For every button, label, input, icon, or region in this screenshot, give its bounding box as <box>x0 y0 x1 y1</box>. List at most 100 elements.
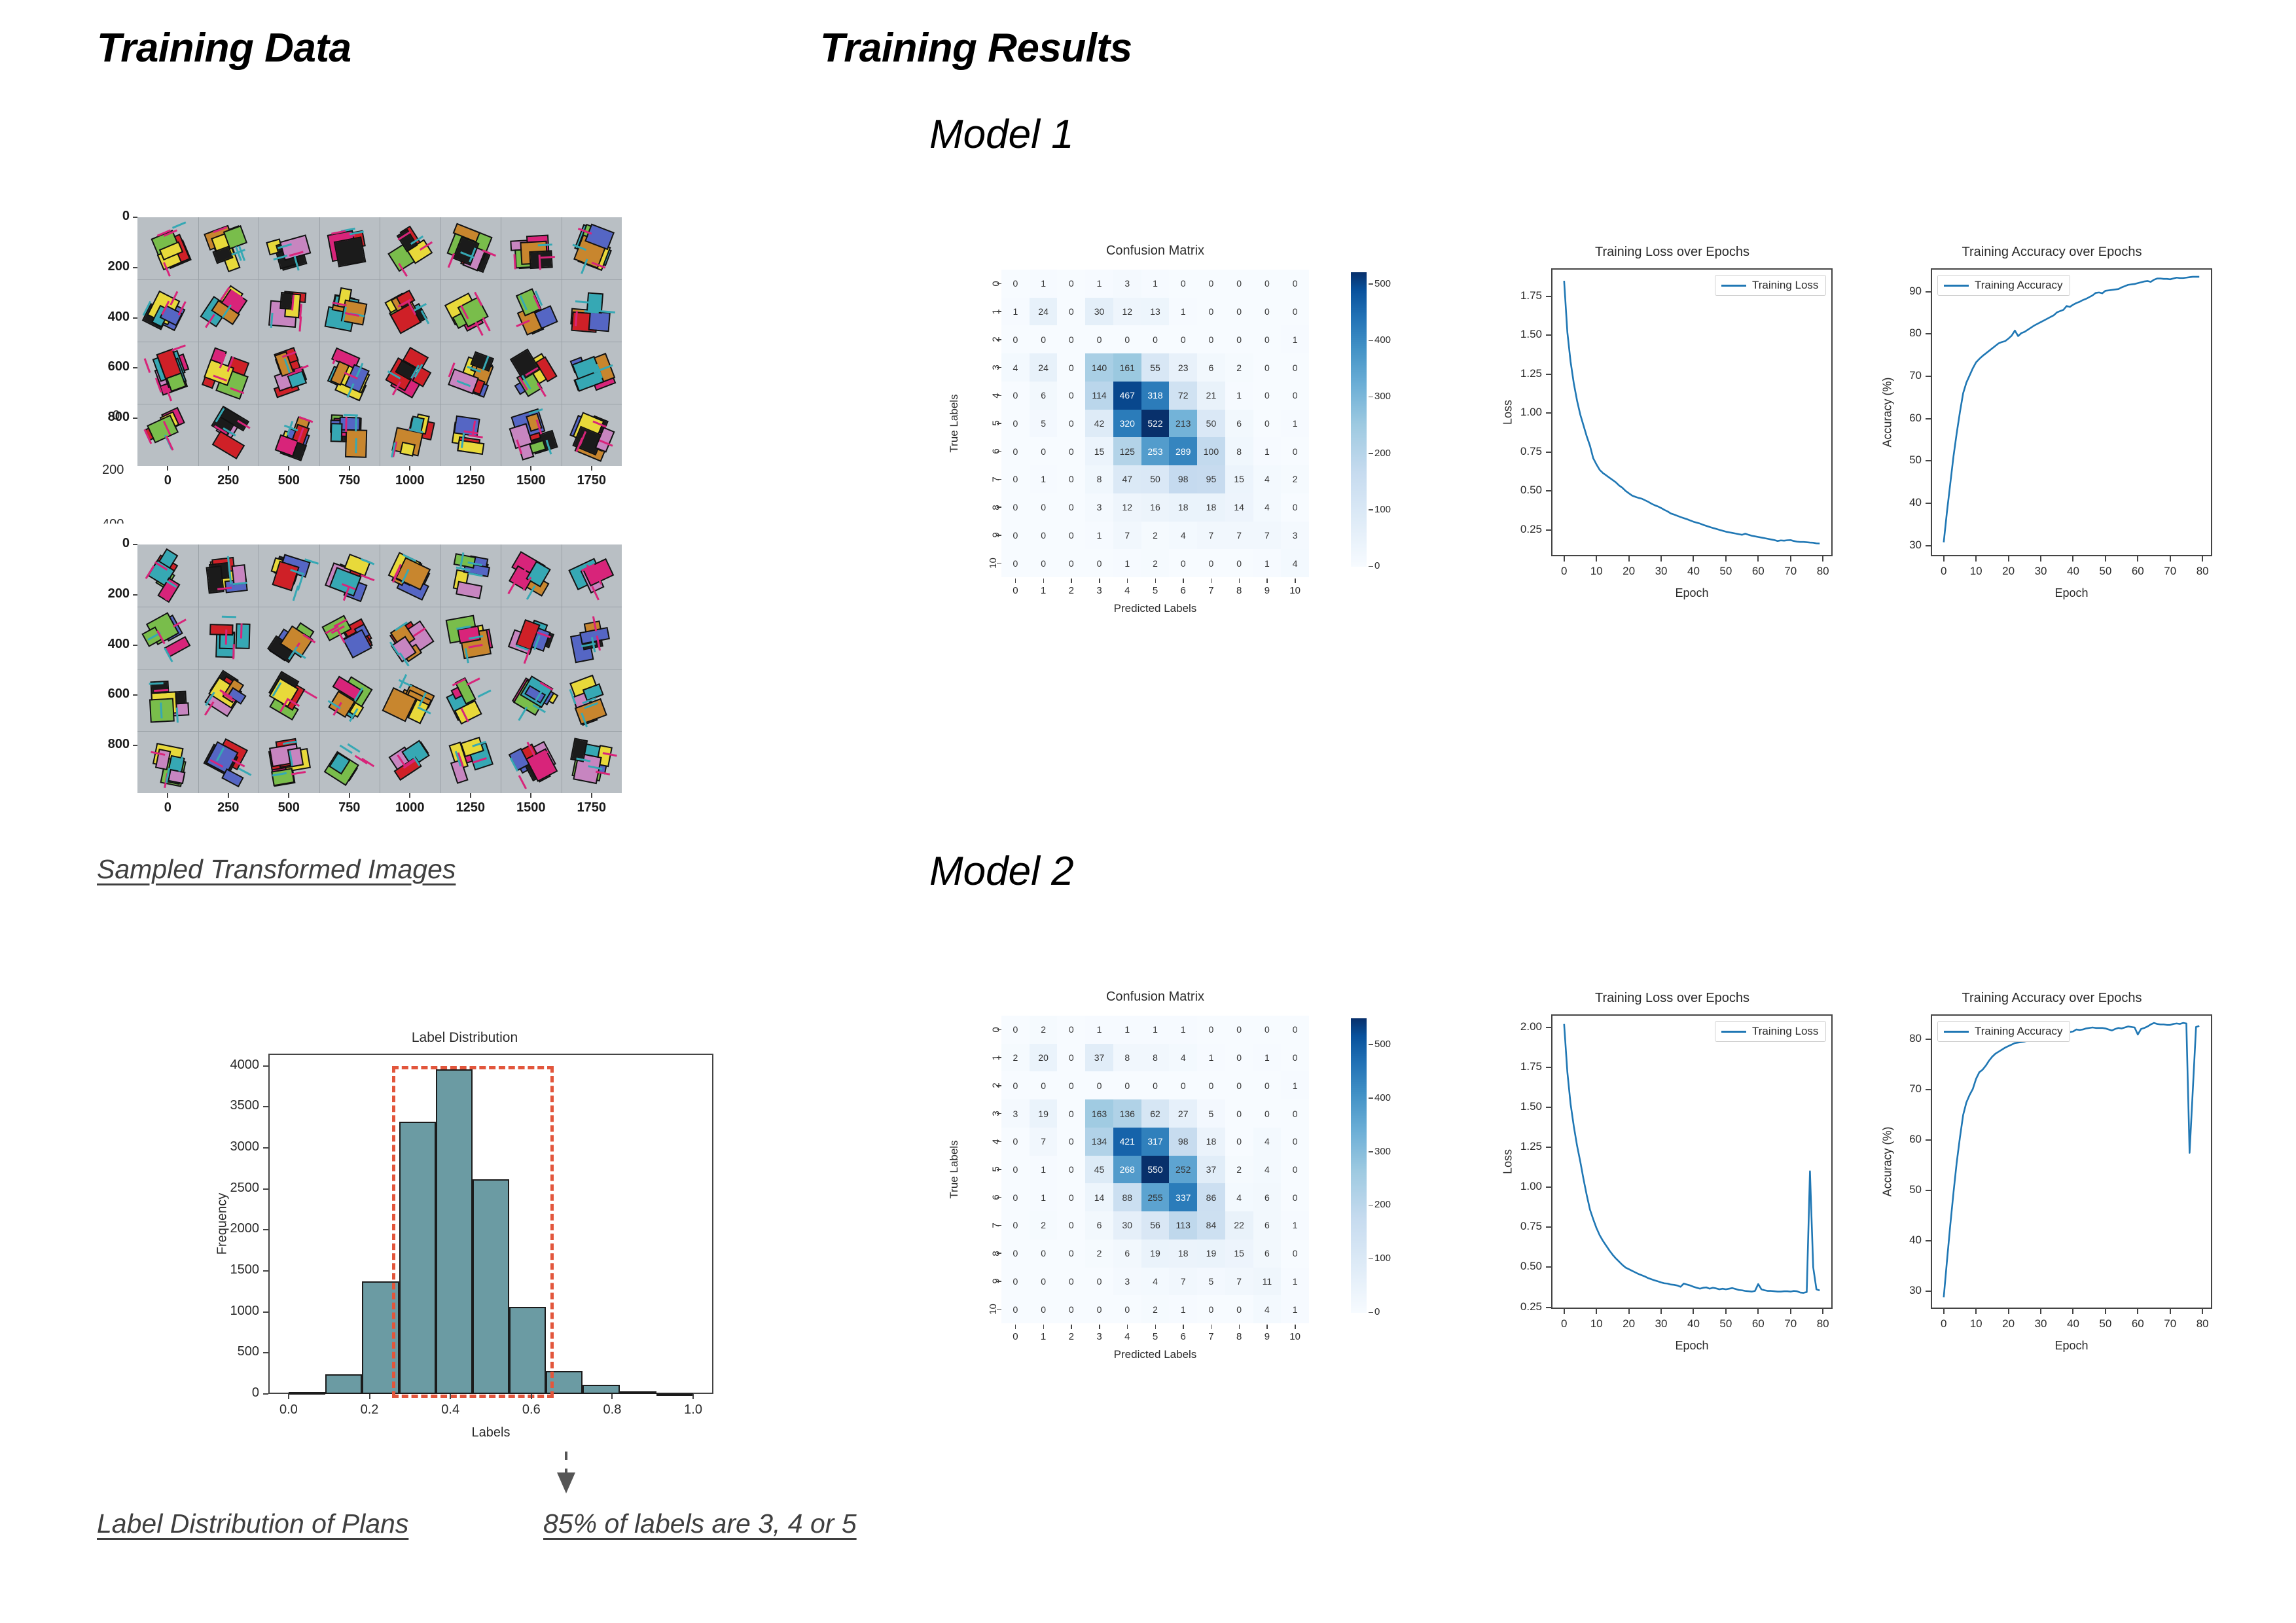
confusion-matrix-cell: 0 <box>1001 1211 1030 1240</box>
legend-line-swatch <box>1944 1030 1969 1033</box>
confusion-matrix-cell: 98 <box>1169 465 1198 493</box>
y-axis-label: True Labels <box>948 1140 960 1199</box>
ytick-label: 90 <box>1909 284 1922 297</box>
ytick-label: 30 <box>1909 1284 1922 1297</box>
chart-legend[interactable]: Training Loss <box>1715 1021 1827 1042</box>
xtick-mark <box>1943 1309 1945 1314</box>
ytick-label: 70 <box>1909 1082 1922 1096</box>
colorbar-tick-label: 400 <box>1369 334 1391 346</box>
ytick-label: 1500 <box>230 1262 260 1277</box>
chart-legend[interactable]: Training Accuracy <box>1937 1021 2071 1042</box>
confusion-matrix-cell: 255 <box>1141 1183 1170 1212</box>
confusion-matrix-cell: 213 <box>1169 409 1198 438</box>
confusion-matrix-cell: 6 <box>1197 353 1225 382</box>
figure-model1-training-accuracy: Training Accuracy over Epochs 0 10 20 30 40 50… <box>1865 242 2238 615</box>
plan-thumbnail <box>440 731 501 793</box>
ytick-mark <box>1926 1089 1931 1091</box>
plan-thumbnail <box>501 404 562 466</box>
xtick-label: 0 <box>1013 585 1018 596</box>
confusion-matrix-cell: 6 <box>1253 1183 1282 1212</box>
confusion-matrix-cell: 0 <box>1057 1043 1086 1072</box>
chart-legend[interactable]: Training Loss <box>1715 275 1827 296</box>
confusion-matrix-cell: 0 <box>1197 270 1225 298</box>
xtick-mark <box>1014 1325 1016 1329</box>
plan-thumbnail <box>137 217 198 279</box>
plan-thumbnail <box>501 731 562 793</box>
confusion-matrix-cell: 421 <box>1113 1127 1141 1156</box>
xtick-mark <box>1126 1325 1128 1329</box>
confusion-matrix-cell: 6 <box>1113 1239 1141 1268</box>
ytick-mark <box>133 644 137 646</box>
page-title-training-data: Training Data <box>97 26 351 71</box>
confusion-matrix-cell: 0 <box>1281 270 1309 298</box>
ytick-label: 1.50 <box>1520 328 1542 341</box>
confusion-matrix-cell: 0 <box>1085 325 1113 354</box>
colorbar <box>1351 272 1367 567</box>
ytick-mark <box>997 1085 1001 1086</box>
confusion-matrix-cell: 56 <box>1141 1211 1170 1240</box>
histogram-bar <box>619 1391 656 1394</box>
chart-title: Confusion Matrix <box>1105 243 1205 258</box>
xtick-label: 500 <box>278 800 300 815</box>
colorbar-gradient <box>1351 1018 1367 1313</box>
xtick-mark <box>611 1394 613 1399</box>
confusion-matrix-cell: 268 <box>1113 1155 1141 1184</box>
confusion-matrix-cell: 0 <box>1169 549 1198 577</box>
chart-legend[interactable]: Training Accuracy <box>1937 275 2071 296</box>
xtick-label: 8 <box>1236 585 1242 596</box>
xtick-mark <box>1596 1309 1598 1314</box>
figure-model1-training-loss: Training Loss over Epochs 0 10 20 30 40 50 60 70… <box>1486 242 1859 615</box>
xtick-mark <box>2137 1309 2139 1314</box>
chart-title: Label Distribution <box>411 1030 518 1045</box>
legend-label: Training Loss <box>1752 1025 1819 1037</box>
plan-thumbnail <box>440 217 501 279</box>
colorbar-tick-label: 200 <box>1369 448 1391 459</box>
confusion-matrix-cell: 252 <box>1169 1155 1198 1184</box>
confusion-matrix-cell: 134 <box>1085 1127 1113 1156</box>
confusion-matrix-cell: 0 <box>1085 549 1113 577</box>
xtick-mark <box>530 1394 532 1399</box>
y-axis-label: Frequency <box>215 1192 230 1255</box>
figure-label-distribution: Label Distribution 0.0 0.2 0.4 0.6 0.8 1.0 0 500… <box>196 1014 733 1446</box>
xtick-mark <box>1628 1309 1630 1314</box>
ytick-mark <box>133 544 137 545</box>
colorbar-tick-label: 100 <box>1369 1253 1391 1264</box>
confusion-matrix-cell: 11 <box>1253 1267 1282 1296</box>
xtick-mark <box>287 1394 289 1399</box>
confusion-matrix-cell: 0 <box>1281 1183 1309 1212</box>
confusion-matrix-cell: 0 <box>1057 325 1086 354</box>
plan-thumbnail <box>440 279 501 342</box>
plan-thumbnail <box>562 217 622 279</box>
xtick-label: 9 <box>1264 1331 1270 1342</box>
plan-thumbnail <box>137 731 198 793</box>
xtick-mark <box>1183 579 1184 583</box>
caption-label-distribution-of-plans: Label Distribution of Plans <box>97 1508 409 1539</box>
xtick-mark <box>409 466 411 471</box>
ytick-mark <box>1546 490 1551 492</box>
xtick-mark <box>167 793 169 798</box>
xtick-label: 250 <box>217 800 240 815</box>
confusion-matrix-cell: 37 <box>1197 1155 1225 1184</box>
plan-thumbnail <box>380 544 440 607</box>
confusion-matrix-cell: 4 <box>1169 521 1198 550</box>
xtick-mark <box>1975 1309 1977 1314</box>
confusion-matrix-cell: 37 <box>1085 1043 1113 1072</box>
xtick-label: 3 <box>1096 1331 1102 1342</box>
xtick-mark <box>1822 1309 1824 1314</box>
plan-thumbnail <box>562 731 622 793</box>
plan-thumbnail <box>198 544 259 607</box>
confusion-matrix-cell: 0 <box>1281 1016 1309 1044</box>
confusion-matrix-cell: 98 <box>1169 1127 1198 1156</box>
ytick-mark <box>263 1065 268 1067</box>
ytick-mark <box>997 1308 1001 1310</box>
confusion-matrix-cell: 18 <box>1197 493 1225 522</box>
confusion-matrix-cell: 1 <box>1225 381 1253 410</box>
xtick-label: 1500 <box>516 800 546 815</box>
xtick-label: 1500 <box>516 473 546 488</box>
confusion-matrix-cell: 0 <box>1253 1071 1282 1100</box>
xtick-mark <box>1660 1309 1662 1314</box>
xtick-label: 500 <box>278 473 300 488</box>
plan-thumbnail <box>259 404 319 466</box>
colorbar-tick-label: 500 <box>1369 1039 1391 1050</box>
confusion-matrix-cell: 0 <box>1113 1071 1141 1100</box>
